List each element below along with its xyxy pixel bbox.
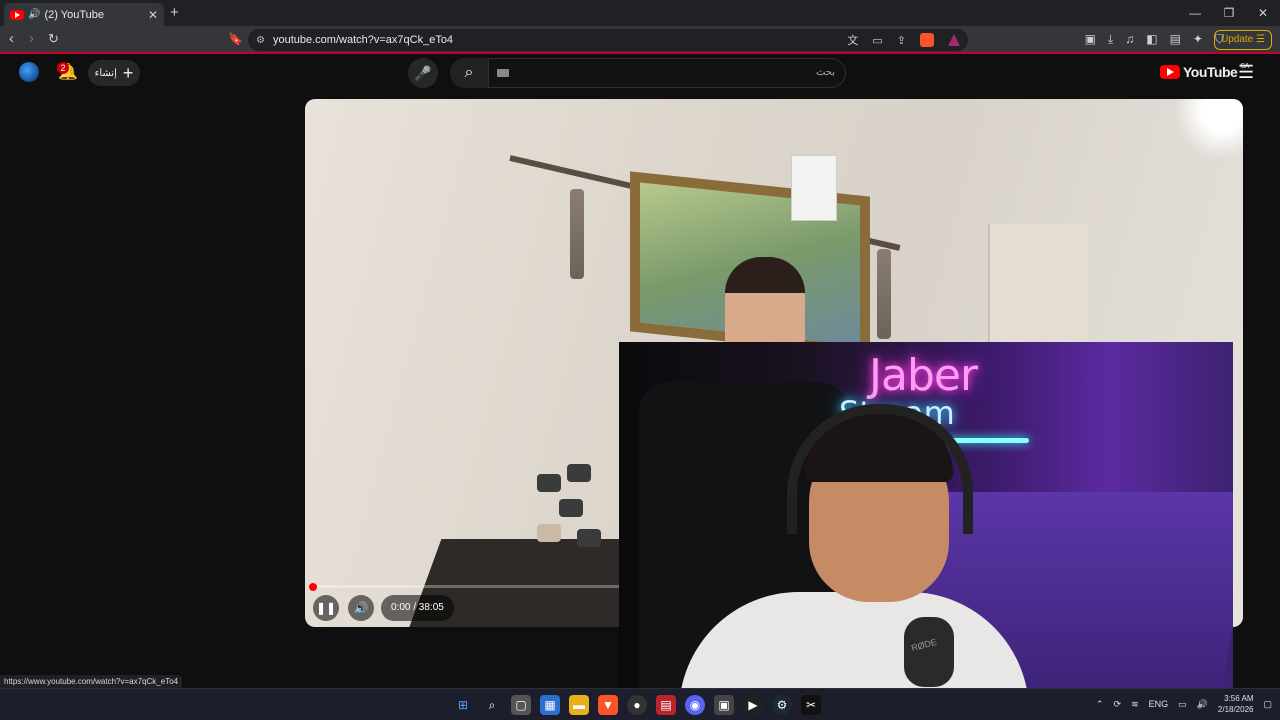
cup [537,474,561,492]
share-icon[interactable]: ⇪ [897,34,906,47]
minimize-button[interactable]: — [1178,0,1212,26]
time-display: 0:00 / 38:05 [381,595,454,621]
youtube-logo-text: YouTube [1183,64,1238,80]
sidebar-panel-icon[interactable]: ▣ [1085,32,1096,47]
steam-icon[interactable]: ⚙ [772,695,792,715]
keyboard-icon[interactable] [497,69,509,77]
back-icon[interactable]: ‹ [9,30,14,47]
progress-scrubber[interactable] [309,583,317,591]
rode-connect-icon[interactable]: ▣ [714,695,734,715]
create-label: إنشاء [94,67,117,79]
widgets-icon[interactable]: ▦ [540,695,560,715]
youtube-play-icon [1160,65,1180,79]
media-player-icon[interactable]: ▶ [743,695,763,715]
search-icon[interactable]: ⌕ [450,58,488,88]
start-icon[interactable]: ⊞ [453,695,473,715]
windows-taskbar: ⊞ ⌕ ▢ ▦ ▬ ▼ ● ▤ ◉ ▣ ▶ ⚙ ✂ ⌃ ⟳ ≋ ENG ▭ 🔊 … [0,688,1280,720]
browser-tab[interactable]: 🔊 (2) YouTube ✕ [4,3,164,26]
obs-icon[interactable]: ● [627,695,647,715]
site-info-icon[interactable]: ⚙ [256,35,265,46]
discord-icon[interactable]: ◉ [685,695,705,715]
hamburger-menu-icon[interactable]: ☰ [1238,62,1254,83]
air-conditioner [791,155,837,221]
address-bar-actions: 文 ▭ ⇪ [847,32,960,48]
sidebar-icon[interactable]: ◧ [1146,32,1157,47]
clock-time: 3:56 AM [1224,694,1254,703]
tab-title: (2) YouTube [44,8,104,21]
tab-close-button[interactable]: ✕ [148,8,158,22]
file-explorer-icon[interactable]: ▬ [569,695,589,715]
clock[interactable]: 3:56 AM 2/18/2026 [1218,693,1254,715]
browser-toolbar: ‹ › ↻ 🔖 ⚙ youtube.com/watch?v=ax7qCk_eTo… [0,26,1280,54]
display-icon[interactable]: ▭ [1178,699,1187,710]
translate-icon[interactable]: 文 [847,32,858,48]
create-button[interactable]: إنشاء + [88,60,140,86]
streamer-webcam-overlay: Jaber Stream RØDE [619,342,1233,688]
capcut-icon[interactable]: ✂ [801,695,821,715]
system-tray: ⌃ ⟳ ≋ ENG ▭ 🔊 3:56 AM 2/18/2026 ▢ [1096,693,1272,715]
volume-tray-icon[interactable]: 🔊 [1197,699,1208,710]
cup [537,524,561,542]
tray-app-icon[interactable]: ⟳ [1114,699,1122,710]
search-icon[interactable]: ⌕ [482,695,502,715]
tassel [877,249,891,339]
new-tab-button[interactable]: + [170,4,179,21]
brave-browser-icon[interactable]: ▼ [598,695,618,715]
language-indicator[interactable]: ENG [1149,699,1169,709]
pause-button[interactable]: ❚❚ [313,595,339,621]
address-bar[interactable]: ⚙ youtube.com/watch?v=ax7qCk_eTo4 文 ▭ ⇪ [248,29,968,51]
cup [577,529,601,547]
plus-icon: + [122,63,134,83]
search-input[interactable]: بحث [488,58,846,88]
window-light [1173,99,1243,159]
address-url[interactable]: youtube.com/watch?v=ax7qCk_eTo4 [273,34,847,46]
tray-overflow-icon[interactable]: ⌃ [1096,699,1104,710]
wallet-icon[interactable]: ▤ [1170,32,1181,47]
window-controls: — ❐ ✕ [1178,0,1280,26]
cup [559,499,583,517]
leo-ai-icon[interactable]: ✦ [1193,32,1203,47]
reload-icon[interactable]: ↻ [48,31,59,47]
status-bar-url: https://www.youtube.com/watch?v=ax7qCk_e… [0,675,183,688]
youtube-logo[interactable]: YouTube SA [1160,63,1250,80]
cup-rack [537,454,617,564]
youtube-header: 🔔 2 إنشاء + 🎤 ⌕ بحث YouTube SA ☰ [0,56,1280,90]
volume-icon[interactable]: 🔊 [348,595,374,621]
brave-shields-icon[interactable] [920,33,934,47]
forward-icon[interactable]: › [29,30,34,47]
close-window-button[interactable]: ✕ [1246,0,1280,26]
taskbar-apps: ⊞ ⌕ ▢ ▦ ▬ ▼ ● ▤ ◉ ▣ ▶ ⚙ ✂ [453,695,821,715]
voice-search-icon[interactable]: 🎤 [408,58,438,88]
avatar[interactable] [19,62,39,82]
cup [567,464,591,482]
update-button[interactable]: Update ☰ [1214,30,1272,50]
app-icon[interactable]: ▤ [656,695,676,715]
notification-badge: 2 [57,62,69,74]
bookmark-icon[interactable]: 🔖 [228,32,243,46]
clock-date: 2/18/2026 [1217,705,1254,714]
notifications-icon[interactable]: ▢ [1263,699,1272,710]
cast-icon[interactable]: ▭ [872,34,882,47]
task-view-icon[interactable]: ▢ [511,695,531,715]
browser-tab-bar: 🔊 (2) YouTube ✕ + — ❐ ✕ [0,0,1280,26]
speaker-icon[interactable]: 🔊 [28,9,40,20]
brave-rewards-icon[interactable] [948,34,960,46]
tray-app-icon[interactable]: ≋ [1131,699,1139,710]
maximize-button[interactable]: ❐ [1212,0,1246,26]
tassel [570,189,584,279]
music-icon[interactable]: ♫ [1125,32,1134,47]
browser-extensions: ▣ ⤓ ♫ ◧ ▤ ✦ ⛉ [1085,32,1224,47]
youtube-favicon-icon [10,9,24,20]
download-icon[interactable]: ⤓ [1108,32,1113,47]
